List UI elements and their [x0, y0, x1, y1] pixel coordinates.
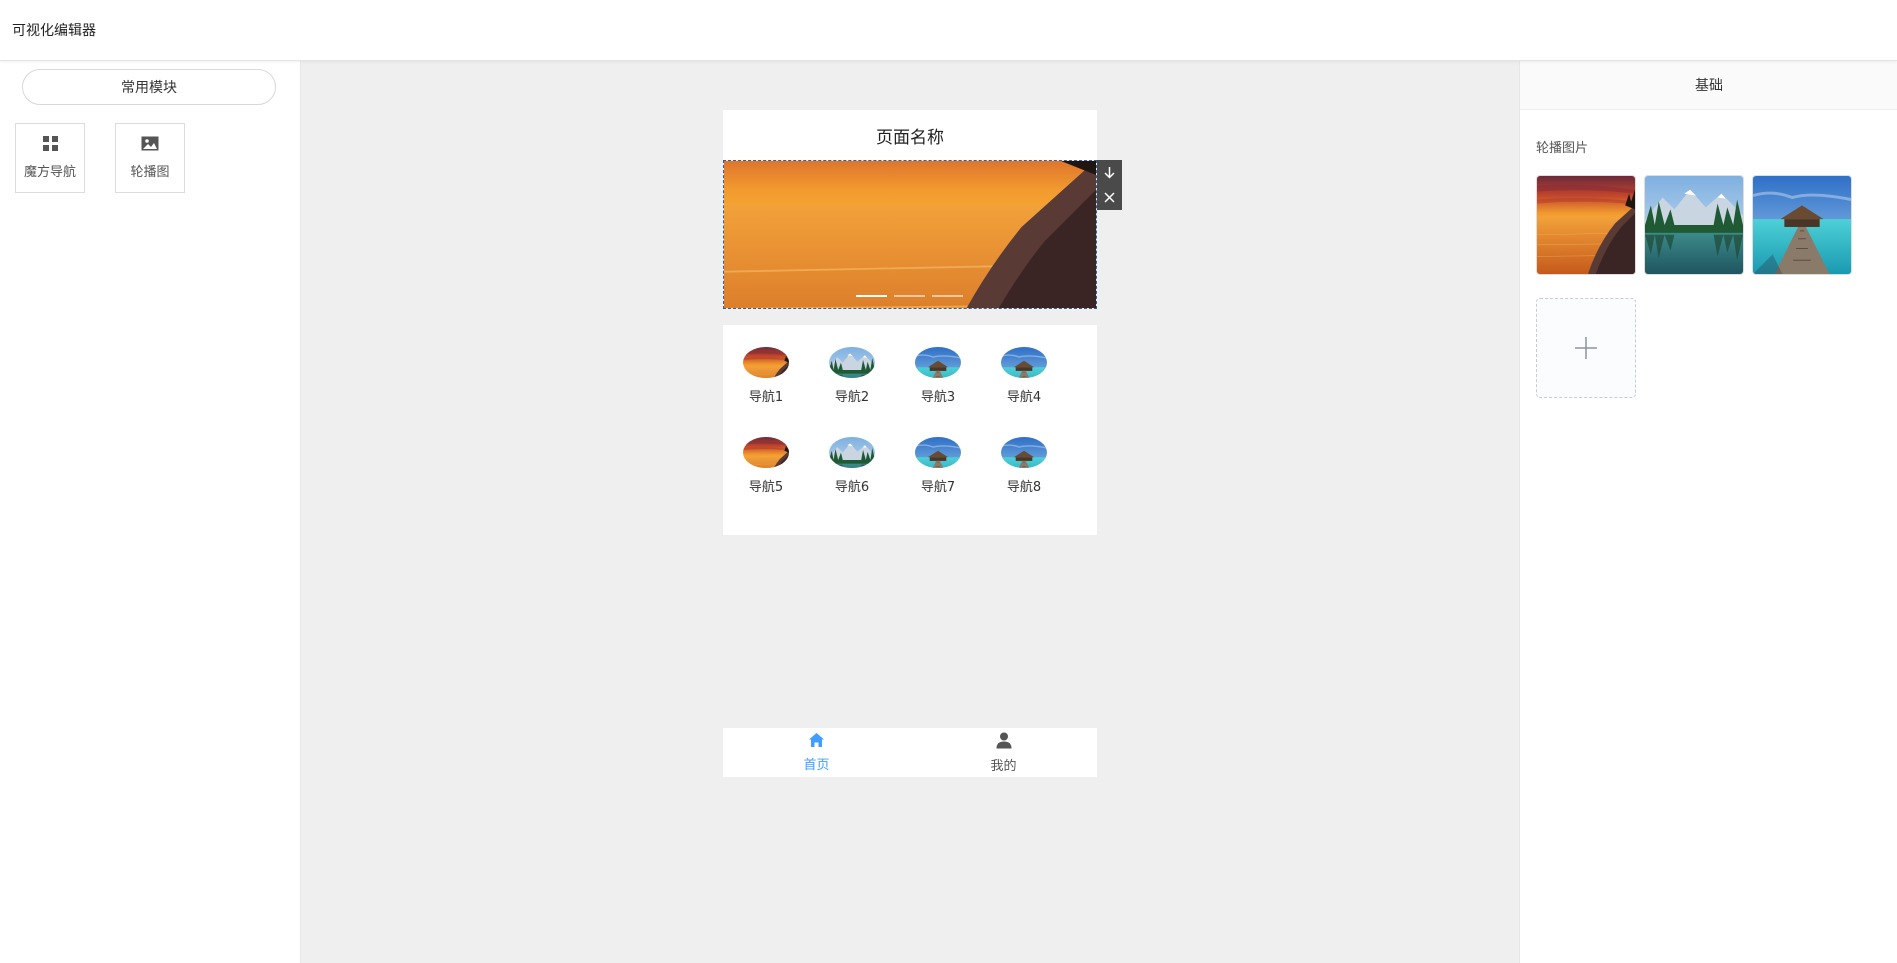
nav-item[interactable]: 导航3 [895, 325, 981, 405]
carousel-dot[interactable] [932, 295, 963, 297]
component-panel: 常用模块 魔方导航 轮播图 [0, 61, 301, 963]
nav-item[interactable]: 导航1 [723, 325, 809, 405]
nav-item-label: 导航5 [748, 480, 784, 495]
nav-item[interactable]: 导航4 [981, 325, 1067, 405]
nav-item-image [743, 437, 789, 468]
carousel-dot[interactable] [856, 295, 887, 297]
nav-item[interactable]: 导航8 [981, 415, 1067, 495]
add-image-button[interactable] [1536, 298, 1636, 398]
nav-item-label: 导航2 [834, 390, 870, 405]
carousel-image-thumb[interactable] [1536, 175, 1636, 275]
image-icon [141, 136, 159, 155]
carousel-images-label: 轮播图片 [1536, 141, 1589, 156]
nav-item-image [1001, 347, 1047, 378]
widget-label: 魔方导航 [23, 165, 76, 180]
grid-icon [42, 136, 58, 155]
carousel-image-thumb[interactable] [1644, 175, 1744, 275]
nav-item-image [1001, 437, 1047, 468]
move-down-icon [1104, 167, 1115, 179]
nav-item[interactable]: 导航6 [809, 415, 895, 495]
carousel-image-thumb[interactable] [1752, 175, 1852, 275]
common-modules-tab[interactable]: 常用模块 [22, 69, 276, 105]
app-title: 可视化编辑器 [12, 23, 96, 39]
tab-mine[interactable]: 我的 [910, 728, 1097, 777]
nav-item-label: 导航7 [920, 480, 956, 495]
tab-basic[interactable]: 基础 [1520, 61, 1897, 110]
plus-icon [1575, 337, 1597, 359]
nav-item[interactable]: 导航7 [895, 415, 981, 495]
nav-item-label: 导航1 [748, 390, 784, 405]
delete-component-button[interactable] [1097, 185, 1122, 210]
tab-label: 我的 [990, 758, 1017, 774]
page-title[interactable]: 页面名称 [723, 110, 1097, 160]
nav-item-image [743, 347, 789, 378]
nav-item[interactable]: 导航2 [809, 325, 895, 405]
tab-label: 首页 [803, 758, 830, 773]
carousel-dot[interactable] [894, 295, 925, 297]
app-header: 可视化编辑器 [0, 0, 1897, 61]
nav-item-label: 导航8 [1006, 480, 1042, 495]
carousel-indicators [856, 295, 963, 297]
properties-panel: 基础 轮播图片 [1519, 61, 1897, 963]
widget-magic-nav[interactable]: 魔方导航 [15, 123, 85, 193]
home-icon [808, 732, 825, 752]
nav-item-image [829, 347, 875, 378]
nav-item-label: 导航6 [834, 480, 870, 495]
bottom-tabbar: 首页 我的 [723, 728, 1097, 777]
close-icon [1104, 192, 1115, 203]
nav-item-label: 导航3 [920, 390, 956, 405]
widget-label: 轮播图 [130, 165, 170, 180]
move-down-button[interactable] [1097, 160, 1122, 185]
carousel-component[interactable] [723, 160, 1097, 309]
nav-item-image [915, 437, 961, 468]
widget-carousel[interactable]: 轮播图 [115, 123, 185, 193]
nav-item-image [915, 347, 961, 378]
nav-item-image [829, 437, 875, 468]
carousel-slide-image [724, 161, 1096, 308]
magic-nav-component[interactable]: 导航1 导航2 导航3 导航4 导航5 导航6 导航7 导航8 [723, 325, 1097, 535]
nav-item-label: 导航4 [1006, 390, 1042, 405]
user-icon [996, 732, 1012, 753]
tab-home[interactable]: 首页 [723, 728, 910, 777]
nav-item[interactable]: 导航5 [723, 415, 809, 495]
